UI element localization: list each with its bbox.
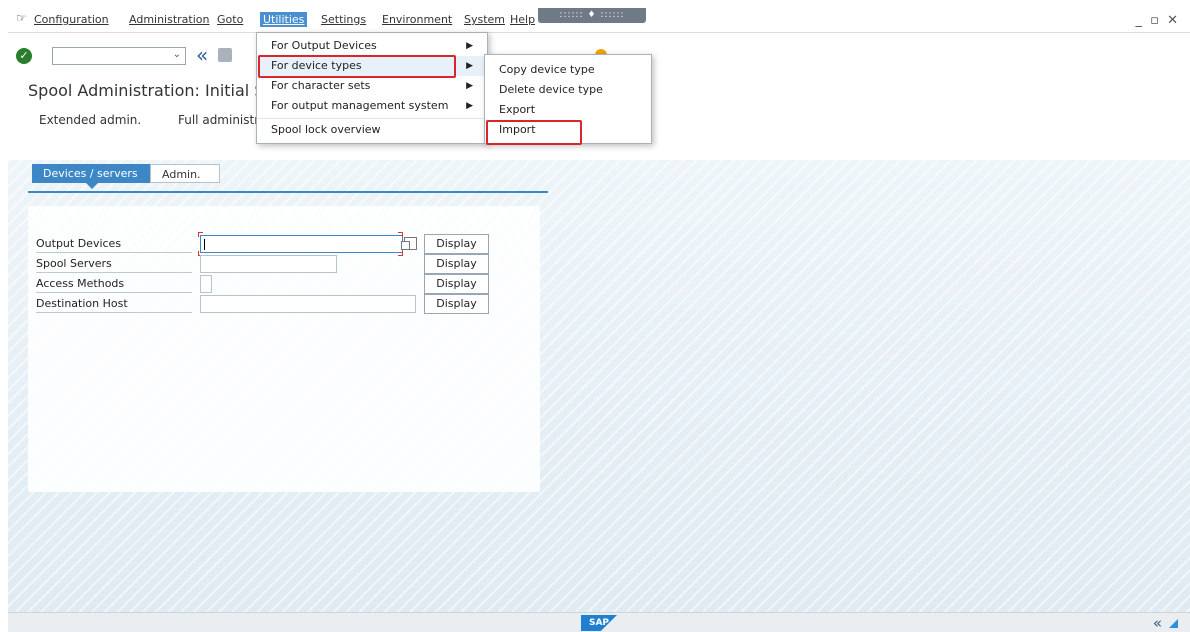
save-icon[interactable]	[218, 48, 232, 62]
menu-goto[interactable]: Goto	[217, 13, 243, 26]
form-panel: Output Devices Display Spool Servers Dis…	[28, 206, 540, 492]
menu-utilities[interactable]: Utilities	[260, 12, 308, 27]
menu-configuration[interactable]: Configuration	[34, 13, 109, 26]
menu-help[interactable]: Help	[510, 13, 535, 26]
submenu-item-delete-device-type[interactable]: Delete device type	[485, 80, 651, 100]
status-bar: SAP «	[8, 612, 1190, 632]
tab-devices-servers[interactable]: Devices / servers	[32, 164, 150, 189]
submenu-item-export[interactable]: Export	[485, 100, 651, 120]
spool-servers-input[interactable]	[200, 255, 337, 273]
menu-item-for-output-devices[interactable]: For Output Devices ▶	[257, 36, 487, 56]
menu-item-for-device-types[interactable]: For device types ▶	[257, 56, 487, 76]
row-access-methods: Access Methods Display	[36, 274, 506, 294]
submenu-arrow-icon: ▶	[466, 41, 473, 51]
submenu-arrow-icon: ▶	[466, 81, 473, 91]
menu-item-spool-lock-overview[interactable]: Spool lock overview	[257, 120, 487, 140]
row-destination-host: Destination Host Display	[36, 294, 506, 314]
spool-servers-display-button[interactable]: Display	[424, 254, 489, 274]
full-administration-button[interactable]: Full administra	[178, 113, 267, 127]
page-title: Spool Administration: Initial Scre	[28, 81, 290, 100]
menu-bar: ☞ Configuration Administration Goto Util…	[8, 8, 1190, 33]
row-spool-servers: Spool Servers Display	[36, 254, 506, 274]
access-methods-display-button[interactable]: Display	[424, 274, 489, 294]
submenu-item-import[interactable]: Import	[485, 120, 651, 140]
menu-system[interactable]: System	[464, 13, 505, 26]
sap-gui-window: ☞ Configuration Administration Goto Util…	[8, 8, 1190, 632]
collapse-icon[interactable]: «	[1153, 614, 1162, 632]
menu-item-for-character-sets[interactable]: For character sets ▶	[257, 76, 487, 96]
window-controls[interactable]: _ ▫ ✕	[1136, 13, 1180, 28]
device-types-submenu: Copy device type Delete device type Expo…	[484, 54, 652, 144]
menu-environment[interactable]: Environment	[382, 13, 452, 26]
output-devices-label: Output Devices	[36, 237, 122, 250]
menu-administration[interactable]: Administration	[129, 13, 210, 26]
access-methods-input[interactable]	[200, 275, 212, 293]
tab-admin[interactable]: Admin.	[150, 164, 220, 183]
extended-admin-button[interactable]: Extended admin.	[39, 113, 141, 127]
back-icon[interactable]: «	[196, 45, 208, 65]
access-methods-label: Access Methods	[36, 277, 125, 290]
submenu-arrow-icon: ▶	[466, 101, 473, 111]
spool-servers-label: Spool Servers	[36, 257, 112, 270]
toolbar-drag-handle[interactable]: :::::: ♦ ::::::	[538, 8, 646, 23]
destination-host-label: Destination Host	[36, 297, 128, 310]
tab-strip: Devices / servers Admin.	[28, 164, 548, 193]
output-devices-input[interactable]	[200, 235, 403, 253]
command-field[interactable]: ⌄	[52, 47, 186, 65]
menu-icon[interactable]: ☞	[16, 11, 27, 25]
status-triangle-icon[interactable]	[1169, 619, 1178, 628]
destination-host-display-button[interactable]: Display	[424, 294, 489, 314]
chevron-down-icon[interactable]: ⌄	[173, 49, 181, 60]
utilities-menu: For Output Devices ▶ For device types ▶ Fo…	[256, 32, 488, 144]
output-devices-display-button[interactable]: Display	[424, 234, 489, 254]
row-output-devices: Output Devices Display	[36, 232, 506, 256]
submenu-arrow-icon: ▶	[466, 61, 473, 71]
destination-host-input[interactable]	[200, 295, 416, 313]
submenu-item-copy-device-type[interactable]: Copy device type	[485, 60, 651, 80]
enter-check-icon[interactable]: ✓	[16, 48, 32, 64]
menu-item-for-output-management-system[interactable]: For output management system ▶	[257, 96, 487, 116]
menu-settings[interactable]: Settings	[321, 13, 366, 26]
value-help-icon[interactable]	[401, 237, 417, 250]
sap-logo: SAP	[581, 615, 617, 631]
